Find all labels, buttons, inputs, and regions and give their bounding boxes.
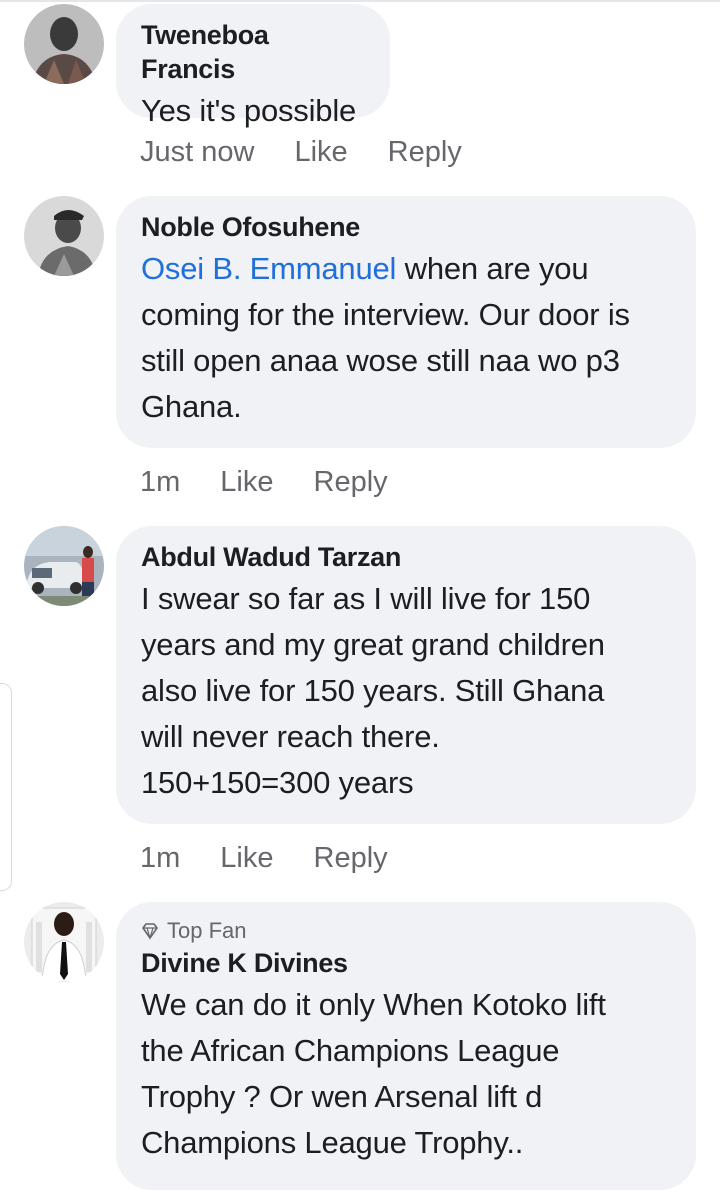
top-fan-badge: Top Fan [141,916,668,946]
reply-button[interactable]: Reply [388,134,462,170]
comment-text: Osei B. Emmanuel when are you coming for… [141,246,668,430]
comment-text: Yes it's possible [141,93,357,128]
avatar-photo [24,196,104,276]
avatar-photo [24,526,104,606]
comment-timestamp[interactable]: 1m [140,840,180,876]
avatar[interactable] [24,902,104,982]
comment-author[interactable]: Tweneboa Francis [141,18,362,86]
diamond-icon [142,923,158,940]
reply-button[interactable]: Reply [314,464,388,500]
comment-text-line: the African Champions League [141,1033,560,1068]
comment-bubble: Top Fan Divine K Divines We can do it on… [116,902,696,1190]
like-button[interactable]: Like [294,134,347,170]
top-divider [0,0,720,2]
comment-text-line: Champions League Trophy.. [141,1125,524,1160]
comment-actions: 1m Like Reply [140,464,428,500]
comment-text-line: will never reach there. [141,719,440,754]
avatar-photo [24,4,104,84]
like-button[interactable]: Like [220,464,273,500]
comment-text-line: I swear so far as I will live for 150 [141,581,591,616]
top-fan-label: Top Fan [167,918,247,943]
comment-bubble: Abdul Wadud Tarzan I swear so far as I w… [116,526,696,824]
avatar-photo [24,902,104,982]
comment-author[interactable]: Noble Ofosuhene [141,210,668,244]
comment-bubble: Noble Ofosuhene Osei B. Emmanuel when ar… [116,196,696,448]
like-button[interactable]: Like [220,840,273,876]
avatar[interactable] [24,196,104,276]
comment-text: We can do it only When Kotoko lift the A… [141,982,668,1166]
reply-button[interactable]: Reply [314,840,388,876]
side-scroll-handle[interactable] [0,683,12,891]
comment-timestamp[interactable]: Just now [140,134,254,170]
mention-link[interactable]: Osei B. Emmanuel [141,251,396,286]
comment-text-line: also live for 150 years. Still Ghana [141,673,605,708]
comment-text-line: Trophy ? Or wen Arsenal lift d [141,1079,543,1114]
comment-text-line: 150+150=300 years [141,765,414,800]
comment-bubble: Tweneboa Francis Yes it's possible [116,4,390,128]
comment-author[interactable]: Abdul Wadud Tarzan [141,540,668,574]
comment-actions: Just now Like Reply [140,134,502,170]
avatar[interactable] [24,4,104,84]
comment-author[interactable]: Divine K Divines [141,946,668,980]
comment-timestamp[interactable]: 1m [140,464,180,500]
comment-actions: 1m Like Reply [140,840,428,876]
comment-text: I swear so far as I will live for 150 ye… [141,576,668,806]
comment-text-line: years and my great grand children [141,627,605,662]
comment-text-line: We can do it only When Kotoko lift [141,987,606,1022]
avatar[interactable] [24,526,104,606]
